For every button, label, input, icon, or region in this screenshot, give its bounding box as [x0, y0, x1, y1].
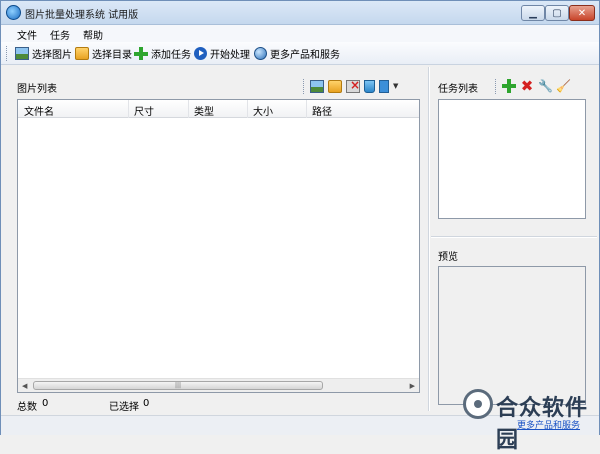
toolbar-separator	[495, 78, 496, 94]
close-button[interactable]: ✕	[569, 5, 595, 21]
scrollbar-thumb[interactable]: |||	[33, 381, 323, 390]
bookmark-icon[interactable]	[379, 79, 389, 93]
column-size[interactable]: 大小	[253, 103, 273, 118]
add-task-label: 添加任务	[151, 50, 191, 61]
more-products-button[interactable]: 更多产品和服务	[254, 45, 340, 62]
column-type[interactable]: 类型	[194, 103, 214, 118]
panel-splitter-vertical[interactable]	[428, 67, 430, 411]
column-divider[interactable]	[128, 100, 129, 118]
close-icon: ✕	[577, 7, 587, 19]
app-window: 图片批量处理系统 试用版 ▁ ▢ ✕ 文件 任务 帮助 选择图片 选择目录 添加…	[0, 0, 600, 453]
title-bar[interactable]: 图片批量处理系统 试用版 ▁ ▢ ✕	[1, 1, 599, 25]
scroll-right-icon[interactable]: ▶	[410, 382, 415, 390]
main-toolbar: 选择图片 选择目录 添加任务 开始处理 更多产品和服务	[1, 42, 599, 65]
total-count-value: 0	[42, 398, 49, 409]
menu-file[interactable]: 文件	[17, 27, 37, 42]
add-task-button[interactable]: 添加任务	[134, 45, 191, 62]
add-task-icon[interactable]	[502, 79, 516, 93]
app-logo-icon	[6, 5, 21, 20]
horizontal-scrollbar[interactable]: ◀ ||| ▶	[18, 378, 419, 392]
selected-count-value: 0	[143, 398, 150, 409]
column-dimensions[interactable]: 尺寸	[134, 103, 154, 118]
chevron-down-icon[interactable]: ▼	[393, 82, 398, 90]
column-divider[interactable]	[306, 100, 307, 118]
add-image-icon[interactable]	[310, 79, 324, 93]
delete-task-icon[interactable]: ✖	[520, 79, 534, 94]
preview-title: 预览	[438, 252, 458, 263]
select-image-label: 选择图片	[32, 50, 72, 61]
minimize-icon: ▁	[529, 7, 537, 19]
image-list[interactable]: 文件名 尺寸 类型 大小 路径 ◀ ||| ▶	[17, 99, 420, 393]
broom-icon[interactable]: 🧹	[556, 79, 571, 93]
plus-icon	[134, 47, 148, 60]
total-count-label: 总数	[17, 402, 37, 413]
folder-icon	[75, 47, 89, 60]
globe-icon	[254, 47, 267, 60]
select-folder-label: 选择目录	[92, 50, 132, 61]
minimize-button[interactable]: ▁	[521, 5, 545, 21]
trash-icon[interactable]	[364, 79, 375, 93]
window-title: 图片批量处理系统 试用版	[25, 10, 139, 21]
task-list-title: 任务列表	[438, 84, 478, 95]
maximize-button[interactable]: ▢	[545, 5, 569, 21]
add-folder-icon[interactable]	[328, 79, 342, 93]
toolbar-grip[interactable]	[6, 46, 9, 61]
image-list-toolbar: ▼	[303, 78, 398, 94]
scroll-left-icon[interactable]: ◀	[22, 382, 27, 390]
select-folder-button[interactable]: 选择目录	[75, 45, 132, 62]
column-filename[interactable]: 文件名	[24, 103, 54, 118]
more-products-link[interactable]: 更多产品和服务	[517, 418, 580, 431]
preview-area	[438, 266, 586, 405]
image-list-header: 文件名 尺寸 类型 大小 路径	[18, 100, 419, 118]
play-icon	[194, 47, 207, 60]
maximize-icon: ▢	[552, 7, 562, 19]
column-path[interactable]: 路径	[312, 103, 332, 118]
start-processing-label: 开始处理	[210, 50, 250, 61]
image-icon	[15, 47, 29, 60]
menu-task[interactable]: 任务	[50, 27, 70, 42]
menu-bar: 文件 任务 帮助	[1, 25, 599, 42]
more-products-label: 更多产品和服务	[270, 50, 340, 61]
task-list-toolbar: ✖ 🔧 🧹	[495, 78, 571, 94]
toolbar-separator	[303, 78, 304, 94]
remove-image-icon[interactable]	[346, 78, 360, 93]
start-processing-button[interactable]: 开始处理	[194, 45, 250, 62]
panel-splitter-horizontal[interactable]	[431, 236, 597, 238]
wrench-icon[interactable]: 🔧	[538, 79, 553, 93]
task-list[interactable]	[438, 99, 586, 219]
menu-help[interactable]: 帮助	[83, 27, 103, 42]
select-image-button[interactable]: 选择图片	[15, 45, 72, 62]
image-list-title: 图片列表	[17, 84, 57, 95]
watermark-icon	[463, 389, 493, 419]
column-divider[interactable]	[188, 100, 189, 118]
column-divider[interactable]	[247, 100, 248, 118]
selected-count-label: 已选择	[109, 402, 139, 413]
